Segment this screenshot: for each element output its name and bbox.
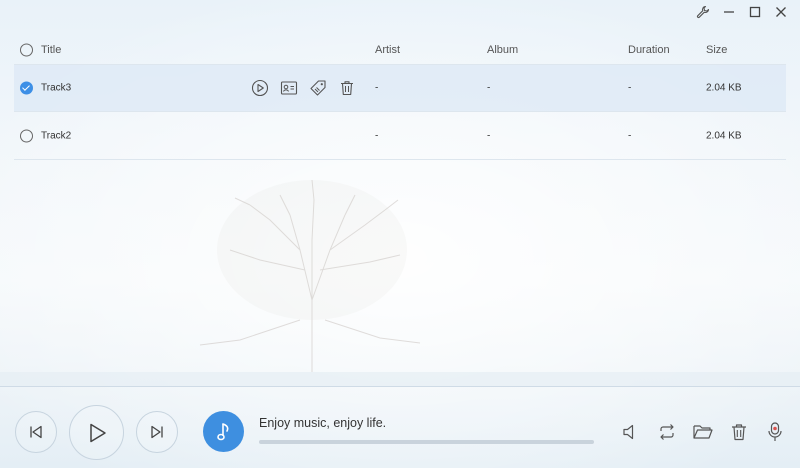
- window-controls: [692, 3, 792, 21]
- play-circle-icon: [251, 79, 269, 97]
- tags-icon: [310, 80, 326, 96]
- column-header-title[interactable]: Title: [41, 44, 61, 56]
- edit-tags-button[interactable]: [308, 78, 328, 98]
- maximize-icon: [749, 6, 761, 18]
- open-folder-button[interactable]: [692, 421, 714, 443]
- settings-wrench-button[interactable]: [692, 3, 714, 21]
- select-all-checkbox[interactable]: [20, 43, 33, 57]
- column-header-duration[interactable]: Duration: [628, 44, 670, 56]
- table-row[interactable]: Track3 - - - 2.04 KB: [14, 64, 786, 112]
- row-actions: [250, 78, 357, 98]
- microphone-icon: [768, 422, 782, 441]
- right-controls: [620, 421, 786, 443]
- track-title: Track2: [41, 130, 72, 141]
- next-icon: [151, 425, 163, 439]
- table-header: Title Artist Album Duration Size: [14, 38, 786, 64]
- now-playing-tagline: Enjoy music, enjoy life.: [259, 416, 387, 430]
- column-header-size[interactable]: Size: [706, 44, 727, 56]
- microphone-button[interactable]: [764, 421, 786, 443]
- table-row[interactable]: Track2 - - - 2.04 KB: [14, 112, 786, 160]
- previous-icon: [30, 425, 42, 439]
- play-track-button[interactable]: [250, 78, 270, 98]
- trash-icon: [341, 81, 353, 96]
- track-duration: -: [628, 82, 632, 94]
- row-checkbox[interactable]: [20, 81, 33, 95]
- minimize-icon: [724, 11, 734, 13]
- repeat-icon: [660, 424, 674, 440]
- previous-button[interactable]: [15, 411, 57, 453]
- delete-track-button[interactable]: [337, 78, 357, 98]
- track-table: Title Artist Album Duration Size Track3: [14, 38, 786, 160]
- volume-icon: [623, 424, 634, 440]
- close-button[interactable]: [770, 3, 792, 21]
- play-icon: [89, 423, 106, 442]
- player-bar: Enjoy music, enjoy life.: [0, 386, 800, 468]
- progress-bar[interactable]: [259, 440, 594, 444]
- row-checkbox[interactable]: [20, 129, 33, 142]
- wrench-icon: [696, 5, 710, 19]
- play-button[interactable]: [69, 405, 124, 460]
- track-duration: -: [628, 130, 632, 141]
- repeat-button[interactable]: [656, 421, 678, 443]
- folder-icon: [693, 425, 713, 439]
- track-info-button[interactable]: [279, 78, 299, 98]
- track-album: -: [487, 130, 491, 141]
- minimize-button[interactable]: [718, 3, 740, 21]
- music-note-icon: [216, 422, 228, 440]
- column-header-artist[interactable]: Artist: [375, 44, 400, 56]
- music-player-window: Title Artist Album Duration Size Track3: [0, 0, 800, 468]
- column-header-album[interactable]: Album: [487, 44, 518, 56]
- contact-card-icon: [280, 81, 298, 95]
- track-size: 2.04 KB: [706, 130, 742, 141]
- track-artist: -: [375, 82, 379, 94]
- trash-icon: [732, 424, 746, 441]
- clear-list-button[interactable]: [728, 421, 750, 443]
- track-album: -: [487, 82, 491, 94]
- maximize-button[interactable]: [744, 3, 766, 21]
- track-size: 2.04 KB: [706, 82, 742, 94]
- album-art-badge: [203, 411, 244, 452]
- track-artist: -: [375, 130, 379, 141]
- track-title: Track3: [41, 82, 72, 94]
- close-icon: [776, 7, 786, 17]
- next-button[interactable]: [136, 411, 178, 453]
- volume-button[interactable]: [620, 421, 642, 443]
